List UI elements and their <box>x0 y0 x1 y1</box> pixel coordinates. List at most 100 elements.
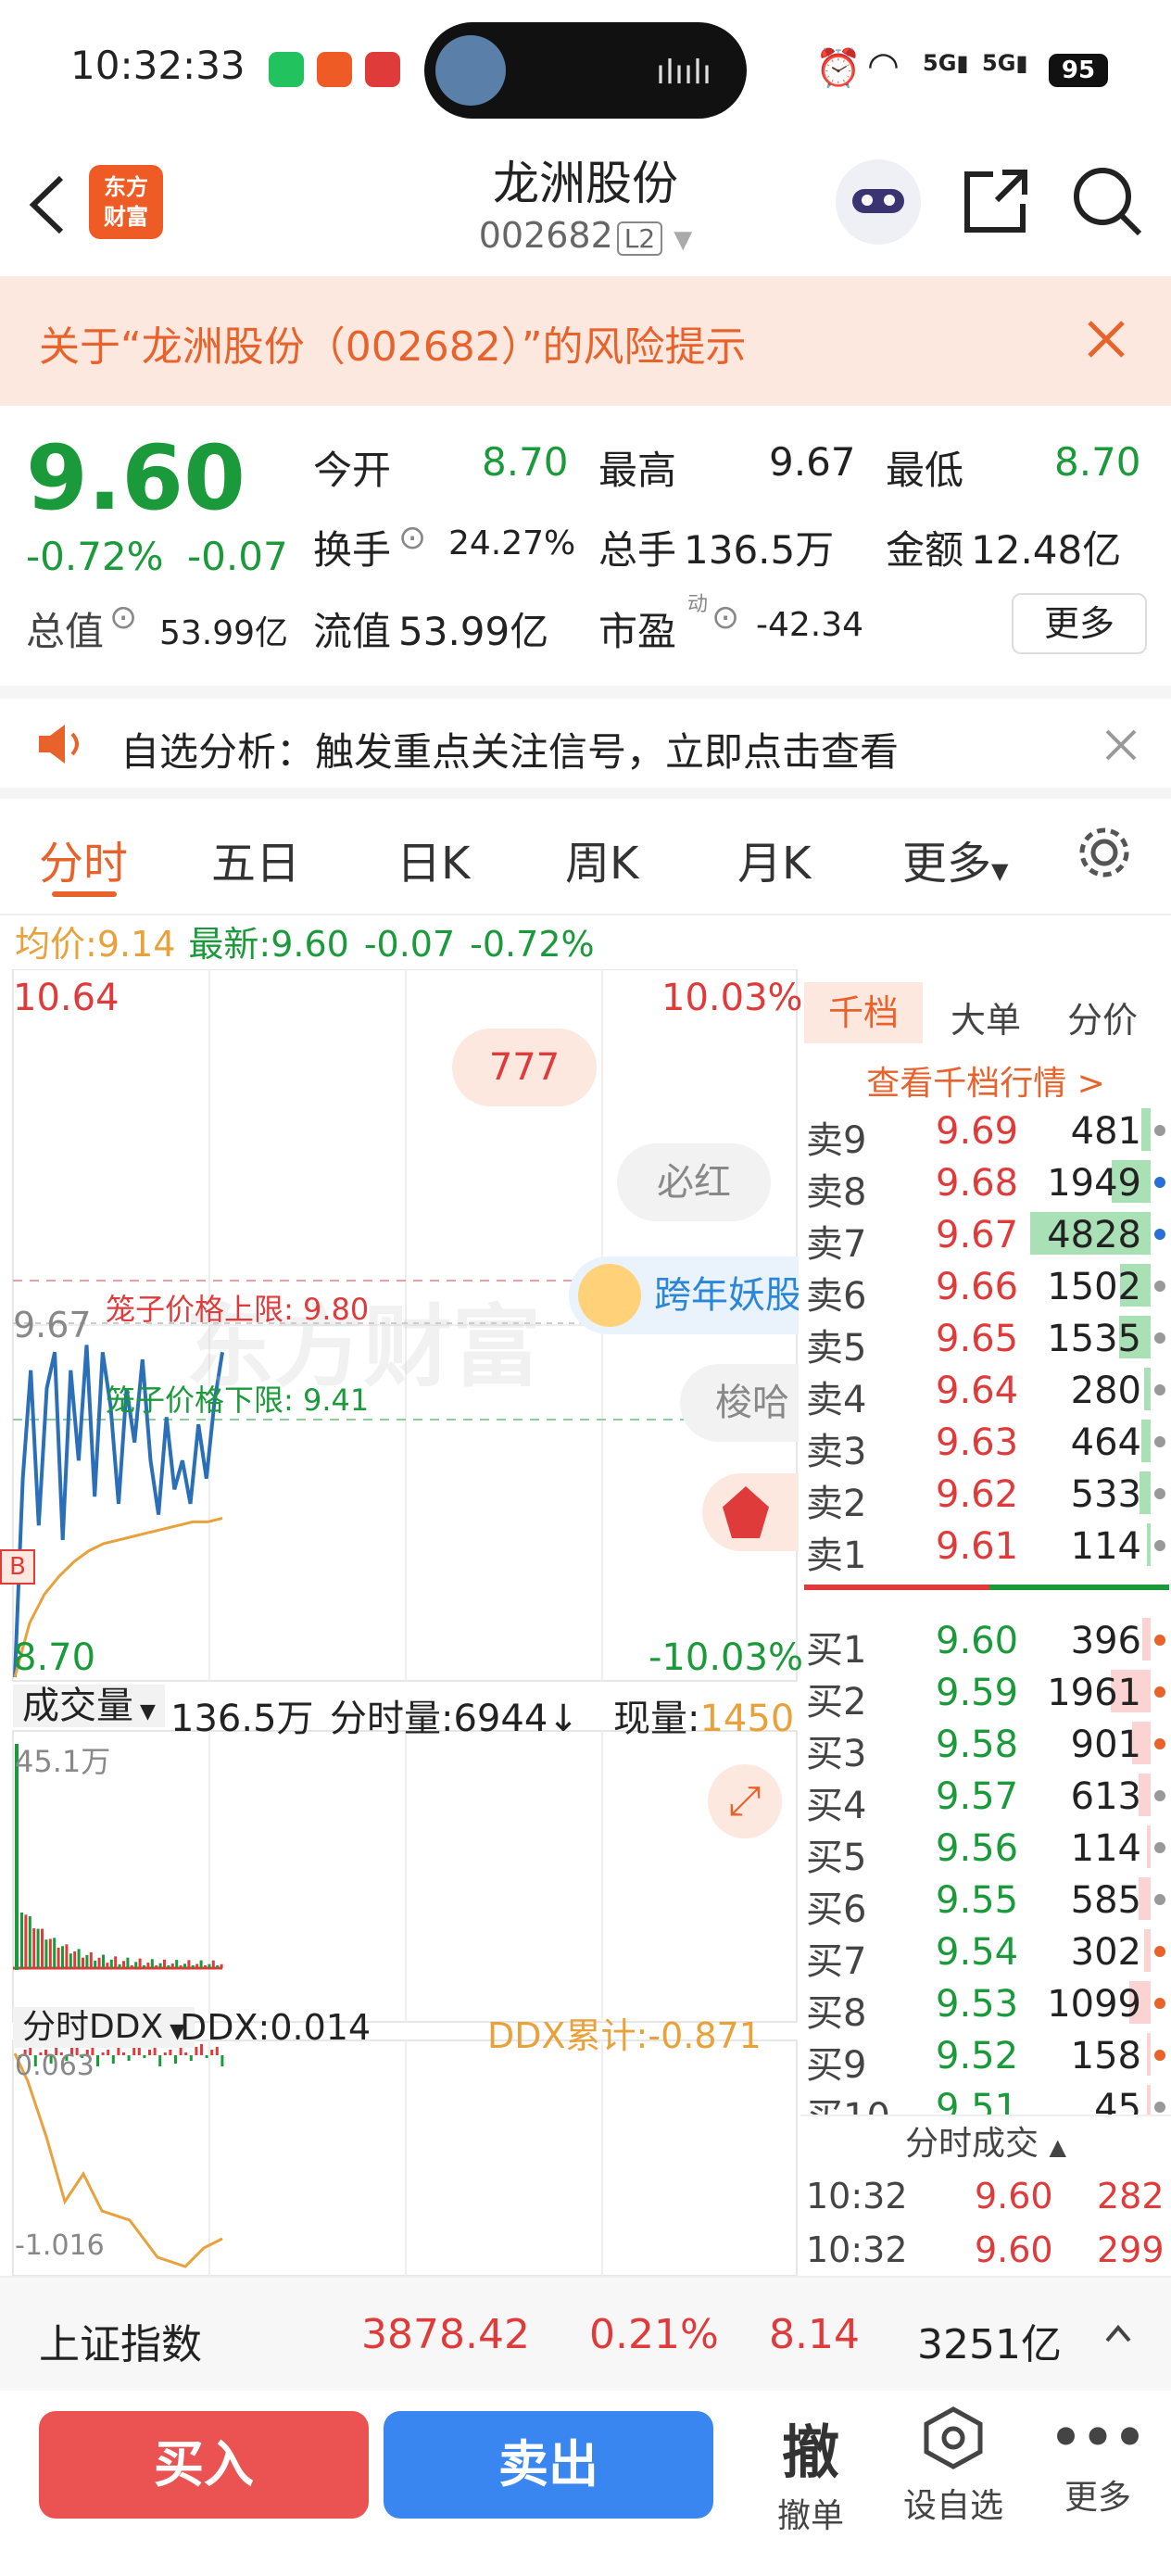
volume-bar <box>220 1964 223 1968</box>
danmaku-suoha[interactable]: 梭哈 <box>680 1364 799 1442</box>
ddx-bar <box>210 2050 214 2055</box>
ask-row[interactable]: 卖1 9.61 114 <box>806 1520 1169 1577</box>
ask-row[interactable]: 卖5 9.65 1535 <box>806 1312 1169 1370</box>
book-level-dot <box>1154 1894 1165 1905</box>
share-icon[interactable] <box>960 167 1030 237</box>
y-axis-bottom: 8.70 <box>13 1636 96 1679</box>
bid-row[interactable]: 买6 9.55 585 <box>806 1874 1169 1931</box>
danmaku-kuanian[interactable]: 跨年妖股 <box>569 1256 799 1334</box>
volume-bar <box>130 1965 133 1968</box>
trade-time: 10:32 <box>806 2229 908 2270</box>
book-level-dot <box>1154 1281 1165 1292</box>
book-tab-fenjia[interactable]: 分价 <box>1067 991 1138 1042</box>
sell-button[interactable]: 卖出 <box>384 2411 713 2519</box>
rabbit-avatar-icon <box>578 1264 641 1327</box>
low-value: 8.70 <box>1054 439 1141 485</box>
book-level-dot <box>1154 1384 1165 1395</box>
trades-header[interactable]: 分时成交 ▲ <box>800 2115 1171 2172</box>
ddx-bar <box>220 2055 224 2066</box>
ask-row[interactable]: 卖3 9.63 464 <box>806 1416 1169 1473</box>
bid-row[interactable]: 买5 9.56 114 <box>806 1822 1169 1879</box>
book-level-volume: 585 <box>1070 1879 1141 1922</box>
close-icon[interactable] <box>1086 319 1127 360</box>
risk-banner[interactable]: 关于“龙洲股份（002682）”的风险提示 <box>0 276 1171 406</box>
book-level-price: 9.55 <box>936 1879 1019 1922</box>
ask-row[interactable]: 卖9 9.69 481 <box>806 1105 1169 1162</box>
ddx-bar <box>153 2047 157 2055</box>
ask-row[interactable]: 卖7 9.67 4828 <box>806 1208 1169 1266</box>
volume-now: 现量:1450 <box>613 1698 795 1740</box>
bid-row[interactable]: 买1 9.60 396 <box>806 1614 1169 1672</box>
volume-dropdown[interactable]: 成交量 ▼ <box>13 1685 165 1727</box>
tab-five-day[interactable]: 五日 <box>211 827 300 891</box>
book-level-volume: 302 <box>1070 1931 1141 1974</box>
robot-assistant-icon[interactable] <box>836 159 921 245</box>
buy-button[interactable]: 买入 <box>39 2411 369 2519</box>
tab-month-k[interactable]: 月K <box>737 827 811 891</box>
bid-row[interactable]: 买3 9.58 901 <box>806 1718 1169 1775</box>
index-ticker-bar[interactable]: 上证指数 3878.42 0.21% 8.14 3251亿 <box>0 2276 1171 2393</box>
chevron-up-icon[interactable] <box>1104 2322 1132 2344</box>
tab-fenshi[interactable]: 分时 <box>39 827 128 891</box>
close-icon[interactable] <box>1104 728 1138 762</box>
book-level-dot <box>1154 1540 1165 1551</box>
more-button[interactable]: ••• 更多 <box>1028 2406 1167 2519</box>
volume-value: 136.5万 <box>684 527 835 573</box>
index-amount: 3251亿 <box>917 2321 1062 2368</box>
tab-week-k[interactable]: 周K <box>565 827 638 891</box>
bid-row[interactable]: 买9 9.52 158 <box>806 2029 1169 2087</box>
bid-row[interactable]: 买2 9.59 1961 <box>806 1666 1169 1724</box>
ddx-bar <box>127 2055 131 2061</box>
quote-more-button[interactable]: 更多 <box>1012 593 1147 654</box>
ask-row[interactable]: 卖2 9.62 533 <box>806 1468 1169 1525</box>
volume-bar <box>109 1959 113 1968</box>
info-icon[interactable]: ⊙ <box>711 599 739 637</box>
volume-bar <box>158 1963 162 1968</box>
danmaku-red[interactable] <box>702 1473 799 1551</box>
intraday-chart[interactable]: 东方财富 10.64 10.03% 9.67 8.70 -10.03% B 笼子… <box>0 969 803 2276</box>
book-level-volume: 4828 <box>1047 1214 1141 1256</box>
book-level-volume: 1099 <box>1047 1983 1141 2026</box>
add-watchlist-button[interactable]: 设自选 <box>884 2406 1023 2527</box>
gear-icon[interactable] <box>1075 823 1134 882</box>
bid-row[interactable]: 买4 9.57 613 <box>806 1770 1169 1827</box>
volume-bar <box>199 1960 203 1968</box>
book-tab-qiandang[interactable]: 千档 <box>804 982 923 1043</box>
ask-row[interactable]: 卖4 9.64 280 <box>806 1364 1169 1421</box>
bid-row[interactable]: 买7 9.54 302 <box>806 1926 1169 1983</box>
info-icon[interactable]: ⊙ <box>109 599 137 637</box>
notice-bar[interactable]: 自选分析：触发重点关注信号，立即点击查看 <box>0 686 1171 801</box>
bid-row[interactable]: 买8 9.53 1099 <box>806 1977 1169 2035</box>
book-level-price: 9.67 <box>936 1214 1019 1256</box>
ask-row[interactable]: 卖8 9.68 1949 <box>806 1156 1169 1214</box>
ddx-bar <box>122 2052 125 2055</box>
danmaku-777[interactable]: 777 <box>452 1029 597 1106</box>
ask-row[interactable]: 卖6 9.66 1502 <box>806 1260 1169 1318</box>
tab-more[interactable]: 更多▼ <box>902 827 1008 891</box>
dynamic-island: ılıılı <box>424 22 747 119</box>
expand-icon[interactable]: ⤢ <box>708 1764 782 1838</box>
volume-bar <box>44 1939 48 1968</box>
more-dots-icon: ••• <box>1050 2408 1146 2467</box>
volume-bar <box>94 1960 97 1968</box>
cancel-order-button[interactable]: 撤 撤单 <box>741 2406 880 2537</box>
ddx-bar <box>163 2052 167 2055</box>
volume-bar <box>208 1964 211 1968</box>
book-level-price: 9.53 <box>936 1983 1019 2026</box>
book-level-dot <box>1154 1488 1165 1499</box>
chevron-down-icon: ▼ <box>991 858 1009 884</box>
ddx-bar <box>215 2047 219 2055</box>
ddx-dropdown[interactable]: 分时DDX ▼ <box>13 2007 195 2048</box>
volume-bar <box>41 1928 44 1968</box>
book-level-price: 9.69 <box>936 1110 1019 1153</box>
search-icon[interactable] <box>1071 165 1145 239</box>
danmaku-bihong[interactable]: 必红 <box>617 1143 771 1221</box>
volume-bar <box>195 1964 199 1968</box>
tab-day-k[interactable]: 日K <box>397 827 470 891</box>
tab-active-indicator <box>52 891 117 897</box>
volume-bar <box>134 1962 138 1968</box>
book-level-dot <box>1154 1790 1165 1801</box>
book-tab-dadan[interactable]: 大单 <box>951 991 1021 1042</box>
info-icon[interactable]: ⊙ <box>398 519 426 557</box>
book-link[interactable]: 查看千档行情 > <box>800 1056 1171 1105</box>
